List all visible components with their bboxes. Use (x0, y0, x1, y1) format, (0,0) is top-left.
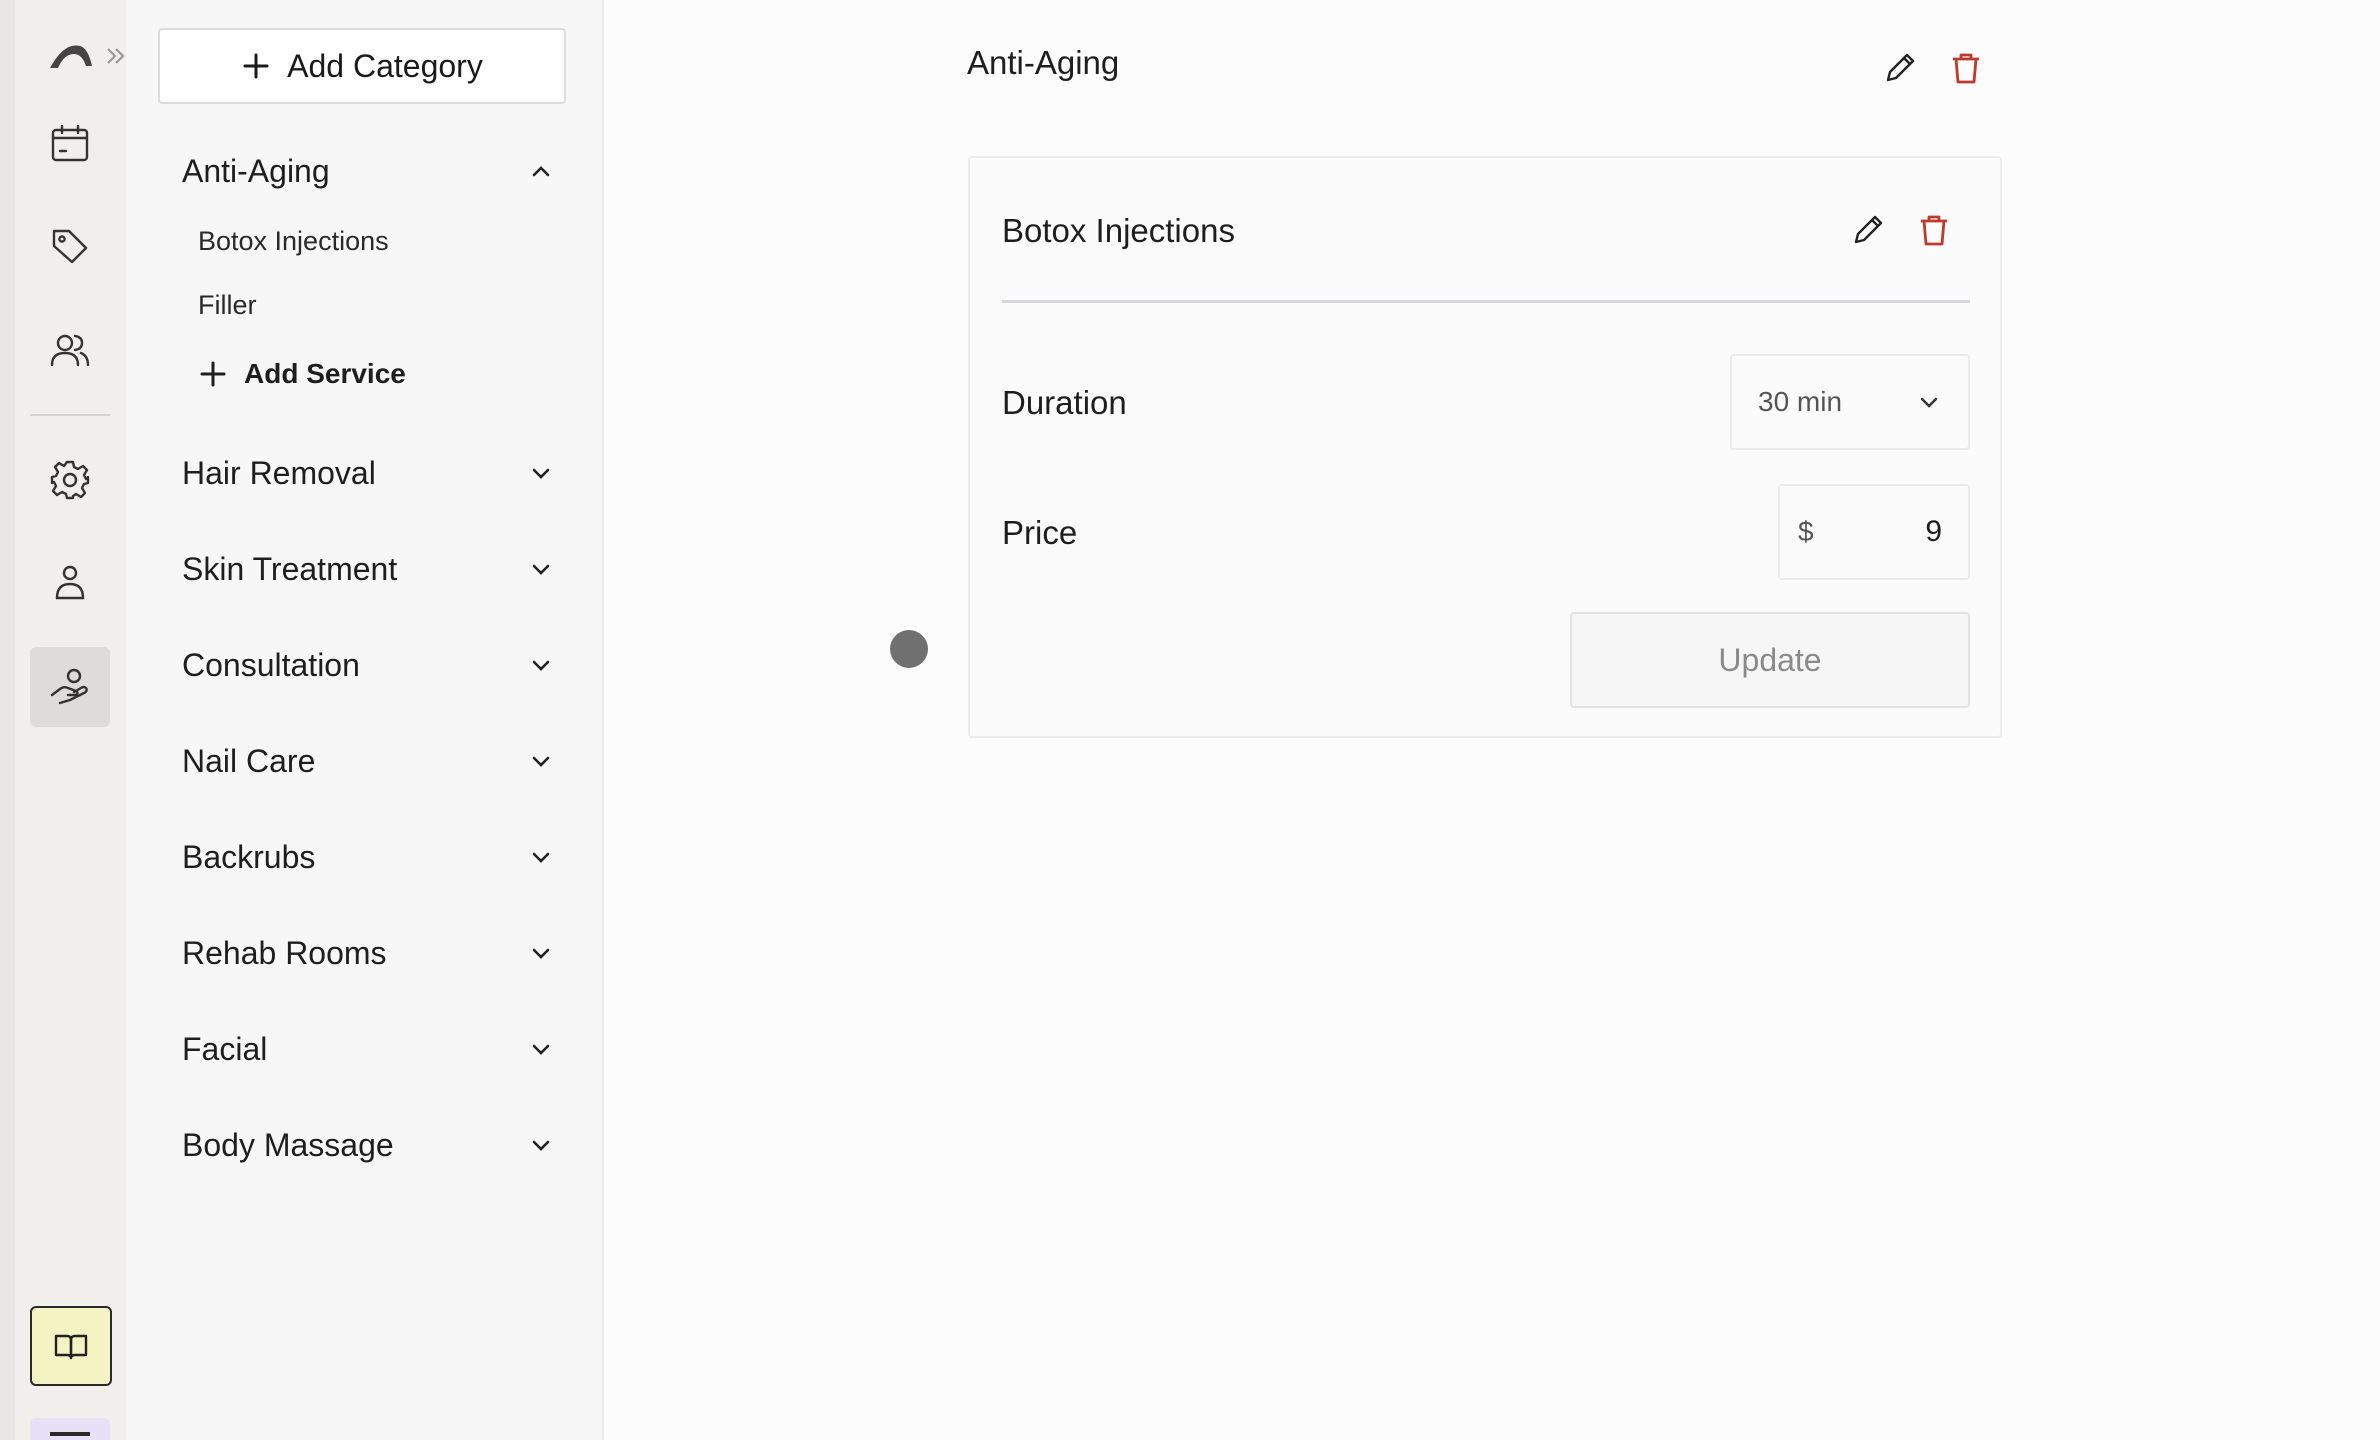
gear-icon (50, 460, 90, 500)
nav-rail (0, 0, 126, 1440)
book-icon (54, 1334, 88, 1360)
add-category-button[interactable]: Add Category (158, 28, 566, 104)
price-input[interactable]: $ 9 (1778, 484, 1970, 580)
tag-button[interactable] (30, 206, 110, 286)
add-service-label: Add Service (244, 358, 406, 389)
duration-select[interactable]: 30 min (1730, 354, 1970, 450)
profile-button[interactable] (30, 542, 110, 622)
category-label: Anti-Aging (182, 152, 330, 189)
category-label: Backrubs (182, 838, 316, 875)
category-body-massage[interactable]: Body Massage (182, 1120, 562, 1170)
chevron-down-icon[interactable] (528, 1132, 554, 1158)
rail-divider (30, 414, 110, 416)
service-name: Botox Injections (1002, 212, 1235, 249)
category-facial[interactable]: Facial (182, 1024, 562, 1074)
category-title: Anti-Aging (967, 44, 1120, 81)
settings-button[interactable] (30, 440, 110, 520)
category-label: Consultation (182, 646, 360, 683)
category-label: Hair Removal (182, 454, 376, 491)
price-label: Price (1002, 514, 1078, 551)
add-service-button[interactable]: Add Service (198, 358, 406, 390)
user-icon (55, 565, 85, 600)
duration-label: Duration (1002, 384, 1127, 421)
category-anti-aging[interactable]: Anti-Aging (182, 146, 562, 196)
calendar-button[interactable] (30, 104, 110, 184)
users-button[interactable] (30, 310, 110, 390)
chevron-down-icon[interactable] (528, 748, 554, 774)
delete-category-button[interactable] (1946, 48, 1986, 88)
category-label: Skin Treatment (182, 550, 398, 587)
services-button[interactable] (30, 647, 110, 727)
update-button[interactable]: Update (1570, 612, 1970, 708)
tag-icon (52, 229, 88, 264)
category-label: Facial (182, 1030, 268, 1067)
edit-service-button[interactable] (1848, 210, 1888, 250)
docs-button[interactable] (30, 1306, 112, 1386)
expand-icon[interactable] (104, 44, 128, 68)
pencil-icon (1886, 53, 1915, 82)
card-divider (1002, 300, 1970, 303)
hand-heart-icon (50, 668, 88, 705)
category-nail-care[interactable]: Nail Care (182, 736, 562, 786)
rail-edge (0, 0, 15, 1440)
chevron-down-icon[interactable] (528, 1036, 554, 1062)
categories-panel: Add Category Anti-Aging Botox Injections… (126, 0, 604, 1440)
chevron-down-icon[interactable] (528, 844, 554, 870)
edit-category-button[interactable] (1880, 48, 1920, 88)
category-skin-treatment[interactable]: Skin Treatment (182, 544, 562, 594)
category-rehab-rooms[interactable]: Rehab Rooms (182, 928, 562, 978)
pencil-icon (1854, 215, 1883, 244)
price-value: 9 (1925, 515, 1942, 548)
chevron-down-icon[interactable] (528, 652, 554, 678)
chevron-up-icon[interactable] (528, 158, 554, 184)
trash-icon (1953, 53, 1979, 84)
chevron-down-icon[interactable] (528, 556, 554, 582)
category-hair-removal[interactable]: Hair Removal (182, 448, 562, 498)
category-backrubs[interactable]: Backrubs (182, 832, 562, 882)
users-icon (50, 334, 90, 367)
service-item-filler[interactable]: Filler (198, 290, 257, 321)
category-label: Body Massage (182, 1126, 394, 1163)
currency-symbol: $ (1798, 516, 1814, 547)
chevron-down-icon[interactable] (528, 940, 554, 966)
service-item-botox[interactable]: Botox Injections (198, 226, 389, 257)
service-card: Botox Injections Duration 30 min Price $… (968, 156, 2002, 738)
duration-value: 30 min (1758, 386, 1843, 417)
delete-service-button[interactable] (1914, 210, 1954, 250)
plus-icon (243, 53, 269, 79)
plus-icon (200, 361, 226, 387)
cursor-indicator (890, 630, 928, 668)
category-consultation[interactable]: Consultation (182, 640, 562, 690)
chevron-down-icon[interactable] (528, 460, 554, 486)
add-category-label: Add Category (287, 47, 483, 84)
logo-icon[interactable] (46, 36, 96, 76)
chevron-down-icon (1920, 397, 1938, 408)
bottom-stub[interactable] (30, 1418, 110, 1440)
category-label: Rehab Rooms (182, 934, 387, 971)
trash-icon (1921, 215, 1947, 246)
category-label: Nail Care (182, 742, 316, 779)
calendar-icon (51, 124, 89, 162)
